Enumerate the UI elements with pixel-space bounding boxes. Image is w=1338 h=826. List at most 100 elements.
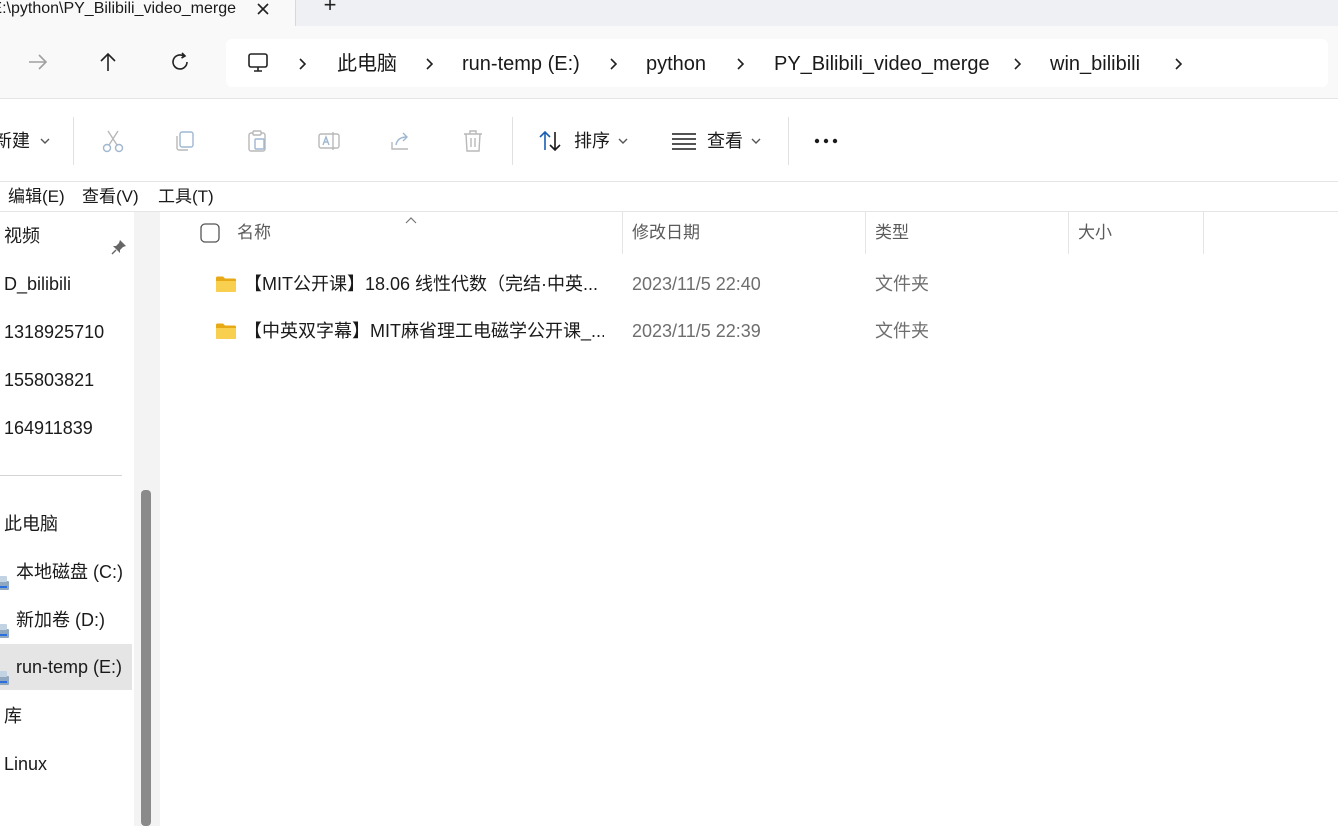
- sidebar-item-this-pc[interactable]: 此电脑: [0, 501, 132, 547]
- tab-title: E:\python\PY_Bilibili_video_merge: [0, 0, 236, 17]
- sidebar-item-libraries[interactable]: 库: [0, 693, 132, 739]
- share-icon: [391, 132, 408, 150]
- sidebar-item-videos[interactable]: 视频: [0, 213, 132, 259]
- column-divider[interactable]: [865, 212, 866, 254]
- close-tab-icon[interactable]: [252, 0, 274, 20]
- copy-button[interactable]: [172, 123, 198, 159]
- column-header-type[interactable]: 类型: [875, 212, 909, 254]
- new-tab-button[interactable]: +: [318, 0, 342, 18]
- sidebar-item-label: 1318925710: [4, 322, 105, 342]
- arrow-right-icon: [29, 54, 48, 70]
- refresh-button[interactable]: [162, 44, 198, 80]
- breadcrumb-chevron-icon[interactable]: [296, 54, 310, 74]
- rename-button[interactable]: [316, 123, 342, 159]
- file-modified: 2023/11/5 22:39: [632, 321, 761, 341]
- sidebar-item-label: 视频: [4, 226, 40, 246]
- menu-edit[interactable]: 编辑(E): [8, 187, 65, 207]
- chevron-down-icon: [40, 138, 50, 144]
- sidebar-item-d-bilibili[interactable]: D_bilibili: [0, 261, 132, 307]
- sidebar-item-155803821[interactable]: 155803821: [0, 357, 132, 403]
- file-list: 名称 修改日期 类型 大小 【MIT公开课】18.06 线性代数（完结·中英..…: [160, 212, 1338, 826]
- sidebar-item-label: 本地磁盘 (C:): [16, 562, 123, 582]
- file-row[interactable]: 【中英双字幕】MIT麻省理工电磁学公开课_... 2023/11/5 22:39…: [200, 311, 1200, 351]
- file-modified: 2023/11/5 22:40: [632, 274, 761, 294]
- divider: [512, 117, 513, 165]
- sidebar-scrollbar-thumb[interactable]: [141, 490, 151, 826]
- file-type: 文件夹: [875, 321, 929, 341]
- menu-tools[interactable]: 工具(T): [158, 187, 214, 207]
- view-button[interactable]: 查看: [671, 123, 763, 159]
- paste-button[interactable]: [244, 123, 270, 159]
- arrow-up-icon: [100, 52, 116, 71]
- chevron-down-icon: [751, 138, 761, 144]
- column-divider[interactable]: [622, 212, 623, 254]
- navigation-bar: 此电脑 run-temp (E:) python PY_Bilibili_vid…: [0, 26, 1338, 98]
- sort-button[interactable]: 排序: [537, 123, 630, 159]
- view-label: 查看: [707, 131, 743, 151]
- sidebar-item-label: 155803821: [4, 370, 95, 390]
- breadcrumb-this-pc[interactable]: 此电脑: [337, 52, 397, 76]
- tab-strip: E:\python\PY_Bilibili_video_merge +: [0, 0, 1338, 26]
- scissors-icon: [102, 130, 124, 153]
- sort-ascending-icon: [404, 212, 418, 230]
- select-all-checkbox[interactable]: [200, 223, 220, 248]
- rename-icon: [318, 132, 340, 150]
- breadcrumb-chevron-icon[interactable]: [607, 54, 621, 74]
- breadcrumb-chevron-icon[interactable]: [1172, 54, 1186, 74]
- new-label: 新建: [0, 131, 30, 151]
- more-options-button[interactable]: [812, 123, 840, 159]
- sidebar-item-label: run-temp (E:): [16, 657, 123, 677]
- column-header-modified[interactable]: 修改日期: [632, 212, 700, 254]
- sort-icon: [539, 130, 561, 152]
- breadcrumb-win-bilibili[interactable]: win_bilibili: [1050, 52, 1140, 76]
- file-name: 【中英双字幕】MIT麻省理工电磁学公开课_...: [244, 321, 604, 341]
- sidebar-item-drive-d[interactable]: 新加卷 (D:): [0, 597, 132, 643]
- column-divider[interactable]: [1203, 212, 1204, 254]
- file-explorer-window: E:\python\PY_Bilibili_video_merge + 此电脑 …: [0, 0, 1338, 826]
- breadcrumb-python[interactable]: python: [646, 52, 706, 76]
- tab-current[interactable]: E:\python\PY_Bilibili_video_merge: [0, 0, 296, 26]
- sidebar-item-label: 此电脑: [4, 514, 58, 534]
- forward-button[interactable]: [20, 44, 56, 80]
- folder-icon: [215, 274, 237, 299]
- sidebar-item-label: 164911839: [4, 418, 93, 438]
- file-row[interactable]: 【MIT公开课】18.06 线性代数（完结·中英... 2023/11/5 22…: [200, 264, 1200, 304]
- share-button[interactable]: [388, 123, 414, 159]
- folder-icon: [215, 321, 237, 346]
- address-bar[interactable]: 此电脑 run-temp (E:) python PY_Bilibili_vid…: [226, 39, 1328, 87]
- menu-view[interactable]: 查看(V): [82, 187, 139, 207]
- sidebar-item-drive-c[interactable]: 本地磁盘 (C:): [0, 549, 132, 595]
- more-icon: [814, 138, 838, 144]
- cut-button[interactable]: [100, 123, 126, 159]
- file-size: [1078, 264, 1188, 304]
- sidebar-item-label: 新加卷 (D:): [16, 610, 105, 630]
- list-view-icon: [672, 133, 696, 150]
- delete-button[interactable]: [460, 123, 486, 159]
- divider: [73, 117, 74, 165]
- file-size: [1078, 311, 1188, 351]
- sidebar-item-1318925710[interactable]: 1318925710: [0, 309, 132, 355]
- sidebar-item-164911839[interactable]: 164911839: [0, 405, 132, 451]
- column-header-name[interactable]: 名称: [237, 212, 271, 254]
- sidebar-item-linux[interactable]: Linux: [0, 741, 132, 787]
- breadcrumb-chevron-icon[interactable]: [1011, 54, 1025, 74]
- sort-label: 排序: [574, 131, 610, 151]
- column-divider[interactable]: [1068, 212, 1069, 254]
- sidebar-item-drive-e[interactable]: run-temp (E:): [0, 644, 132, 690]
- menu-bar: 编辑(E) 查看(V) 工具(T): [0, 182, 1338, 212]
- sidebar-item-label: D_bilibili: [4, 274, 72, 294]
- up-button[interactable]: [90, 44, 126, 80]
- column-header-size[interactable]: 大小: [1078, 212, 1112, 254]
- new-button[interactable]: 新建: [0, 123, 52, 159]
- divider: [788, 117, 789, 165]
- breadcrumb-drive-e[interactable]: run-temp (E:): [462, 52, 580, 76]
- chevron-down-icon: [618, 138, 628, 144]
- refresh-icon: [172, 52, 188, 70]
- copy-icon: [176, 131, 194, 151]
- breadcrumb-chevron-icon[interactable]: [734, 54, 748, 74]
- breadcrumb-chevron-icon[interactable]: [423, 54, 437, 74]
- sidebar-divider: [0, 475, 122, 476]
- navigation-pane: 视频 D_bilibili 1318925710 155803821 16491…: [0, 212, 134, 826]
- breadcrumb-py-bilibili[interactable]: PY_Bilibili_video_merge: [774, 52, 990, 76]
- file-name: 【MIT公开课】18.06 线性代数（完结·中英...: [244, 274, 599, 294]
